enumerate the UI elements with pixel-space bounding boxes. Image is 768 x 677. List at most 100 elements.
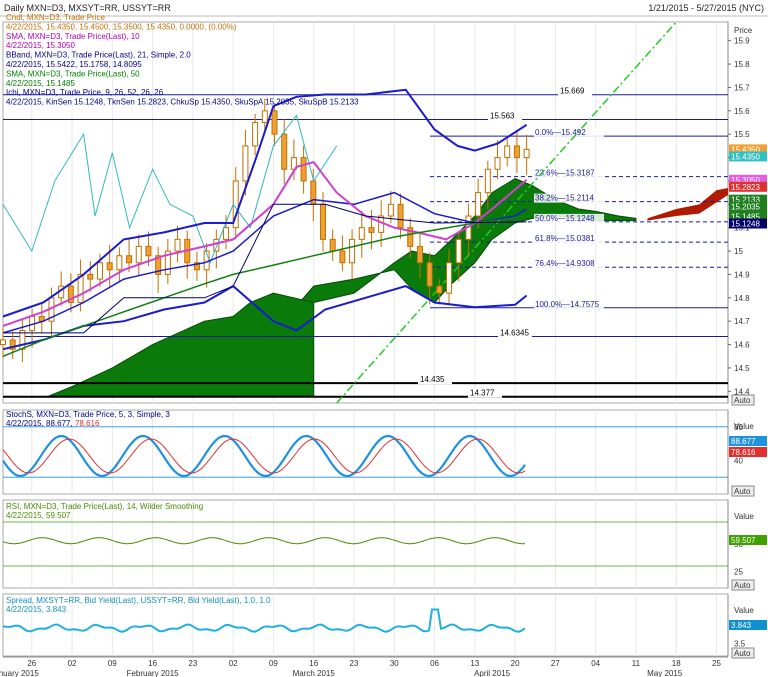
price-tick-label: 14.7 bbox=[734, 317, 750, 326]
x-tick-label: 26 bbox=[27, 659, 36, 668]
candle-body bbox=[87, 273, 94, 280]
spread-legend-line: Spread, MXSYT=RR, Bid Yield(Last), USSYT… bbox=[6, 596, 271, 605]
candle-body bbox=[223, 227, 230, 240]
candle-body bbox=[397, 203, 404, 229]
level-label: 15.669 bbox=[560, 87, 585, 96]
fib-label: 0.0%—15.492 bbox=[535, 128, 586, 137]
candle-body bbox=[378, 215, 385, 233]
x-tick-label: 13 bbox=[470, 659, 479, 668]
candle-body bbox=[261, 110, 268, 124]
chart-window: { "header": { "title": "Daily MXN=D3, MX… bbox=[0, 0, 768, 677]
candle-body bbox=[387, 203, 394, 217]
x-tick-label: 23 bbox=[350, 659, 359, 668]
candle-body bbox=[213, 238, 220, 252]
x-month-label: May 2015 bbox=[647, 669, 683, 677]
candle-body bbox=[135, 245, 142, 264]
price-tick-label: 14.9 bbox=[734, 270, 750, 279]
candle-body bbox=[504, 145, 511, 159]
candle-body bbox=[358, 227, 365, 240]
x-tick-label: 20 bbox=[511, 659, 520, 668]
x-tick-label: 30 bbox=[390, 659, 399, 668]
price-badge-label: 15.1248 bbox=[731, 219, 760, 228]
candle-body bbox=[96, 262, 103, 280]
candle-body bbox=[300, 157, 307, 182]
candle-body bbox=[436, 285, 443, 294]
level-label: 15.563 bbox=[490, 111, 515, 120]
spread-legend-line: 4/22/2015, 3.843 bbox=[6, 605, 67, 614]
price-panel-frame bbox=[2, 21, 729, 404]
candle-body bbox=[494, 157, 501, 170]
price-tick-label: 15 bbox=[734, 247, 743, 256]
price-tick-label: 15.7 bbox=[734, 83, 750, 92]
x-tick-label: 27 bbox=[551, 659, 560, 668]
stoch-badge-label: 88.677 bbox=[731, 437, 756, 446]
candle-body bbox=[281, 133, 288, 170]
price-legend-line: 4/22/2015, 15.5422, 15.1758, 14.8095 bbox=[6, 60, 142, 69]
rsi-tick-label: 25 bbox=[734, 568, 743, 577]
candle-body bbox=[368, 227, 375, 233]
candle-body bbox=[174, 238, 181, 252]
fib-label: 61.8%—15.0381 bbox=[535, 234, 595, 243]
auto-button-label: Auto bbox=[734, 396, 751, 405]
spread-auto-label: Auto bbox=[734, 649, 751, 658]
candle-body bbox=[484, 168, 491, 194]
spread-axis-title: Value bbox=[734, 606, 754, 615]
candle-body bbox=[349, 238, 356, 264]
candle-body bbox=[416, 245, 423, 264]
fib-label: 50.0%—15.1248 bbox=[535, 214, 595, 223]
price-badge-label: 15.2035 bbox=[731, 203, 760, 212]
candle-body bbox=[339, 250, 346, 264]
price-legend-line: Ichi, MXN=D3, Trade Price, 9, 26, 52, 26… bbox=[6, 88, 164, 97]
candle-body bbox=[116, 255, 123, 271]
candle-body bbox=[446, 262, 453, 294]
candle-body bbox=[329, 238, 336, 252]
x-tick-label: 18 bbox=[672, 659, 681, 668]
price-tick-label: 14.5 bbox=[734, 364, 750, 373]
x-month-label: April 2015 bbox=[474, 669, 511, 677]
spread-badge-label: 3.843 bbox=[731, 621, 752, 630]
x-tick-label: 16 bbox=[148, 659, 157, 668]
x-tick-label: 02 bbox=[229, 659, 238, 668]
stoch-axis-title: Value bbox=[734, 422, 754, 431]
fib-label: 100.0%—14.7575 bbox=[535, 300, 600, 309]
x-tick-label: 06 bbox=[430, 659, 439, 668]
candle-body bbox=[271, 110, 278, 135]
chart-canvas: Daily MXN=D3, MXSYT=RR, USSYT=RR 1/21/201… bbox=[0, 3, 768, 677]
fib-label: 76.4%—14.9308 bbox=[535, 259, 595, 268]
stoch-legend-highlight: 78.616 bbox=[75, 419, 100, 428]
rsi-legend-line: 4/22/2015, 59.507 bbox=[6, 511, 71, 520]
x-tick-label: 23 bbox=[188, 659, 197, 668]
spread-tick-label: 3.5 bbox=[734, 640, 746, 649]
rsi-legend-line: RSI, MXN=D3, Trade Price(Last), 14, Wild… bbox=[6, 502, 203, 511]
x-tick-label: 11 bbox=[632, 659, 641, 668]
x-tick-label: 02 bbox=[68, 659, 77, 668]
x-tick-label: 09 bbox=[269, 659, 278, 668]
x-month-label: March 2015 bbox=[293, 669, 336, 677]
price-tick-label: 14.8 bbox=[734, 294, 750, 303]
stoch-legend-values: 4/22/2015, 88.677, 78.616 bbox=[6, 419, 100, 428]
price-tick-label: 14.6 bbox=[734, 341, 750, 350]
stoch-panel-frame bbox=[2, 409, 729, 495]
x-tick-label: 04 bbox=[591, 659, 600, 668]
price-legend-line: SMA, MXN=D3, Trade Price(Last), 50 bbox=[6, 69, 140, 78]
x-month-label: February 2015 bbox=[127, 669, 180, 677]
x-tick-label: 16 bbox=[309, 659, 318, 668]
candle-body bbox=[523, 148, 530, 159]
stoch-badge-label: 78.616 bbox=[731, 448, 756, 457]
stoch-auto-label: Auto bbox=[734, 487, 751, 496]
price-axis-title: Price bbox=[734, 26, 753, 35]
price-legend-line: Cndl, MXN=D3, Trade Price bbox=[6, 13, 105, 22]
price-legend-line: 4/22/2015, 15.1485 bbox=[6, 79, 76, 88]
candle-body bbox=[252, 122, 259, 147]
level-label: 14.435 bbox=[420, 375, 445, 384]
stoch-tick-label: 40 bbox=[734, 456, 743, 465]
fib-label: 38.2%—15.2114 bbox=[535, 194, 595, 203]
price-tick-label: 15.6 bbox=[734, 107, 750, 116]
candle-body bbox=[426, 262, 433, 287]
price-legend-line: 4/22/2015, KinSen 15.1248, TknSen 15.282… bbox=[6, 98, 359, 107]
candle-body bbox=[242, 145, 249, 182]
chart-title: Daily MXN=D3, MXSYT=RR, USSYT=RR bbox=[4, 3, 171, 13]
price-tick-label: 15.5 bbox=[734, 130, 750, 139]
candle-body bbox=[513, 145, 520, 159]
x-month-label: January 2015 bbox=[0, 669, 39, 677]
